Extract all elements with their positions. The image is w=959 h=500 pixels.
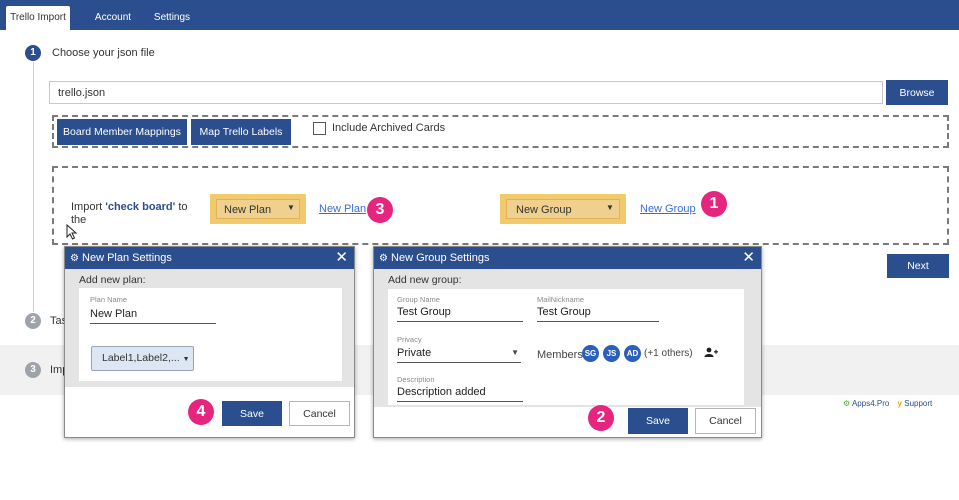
close-icon[interactable]: ✕ (742, 247, 755, 269)
caret-down-icon: ▼ (182, 356, 190, 363)
apps4pro-link[interactable]: Apps4.Pro (852, 399, 889, 408)
include-archived-label: Include Archived Cards (332, 122, 446, 134)
browse-button[interactable]: Browse (886, 80, 948, 105)
new-group-subtitle: Add new group: (388, 274, 462, 286)
marker-2: 2 (588, 405, 614, 431)
group-cancel-button[interactable]: Cancel (695, 408, 756, 434)
new-group-dialog-header: ⚙ New Group Settings ✕ (374, 247, 761, 269)
new-group-form: Group Name Test Group MailNickname Test … (388, 289, 744, 405)
marker-3: 3 (367, 197, 393, 223)
description-label: Description (397, 375, 435, 384)
plan-cancel-button[interactable]: Cancel (289, 401, 350, 426)
new-plan-dialog-header: ⚙ New Plan Settings ✕ (65, 247, 354, 269)
board-member-mappings-button[interactable]: Board Member Mappings (57, 119, 187, 145)
step-3-marker: 3 (25, 362, 41, 378)
new-plan-dialog: ⚙ New Plan Settings ✕ Add new plan: Plan… (64, 246, 355, 438)
mail-nickname-label: MailNickname (537, 295, 585, 304)
privacy-label: Privacy (397, 335, 422, 344)
tab-account[interactable]: Account (88, 6, 138, 30)
new-plan-subtitle: Add new plan: (79, 274, 146, 286)
import-board-name: 'check board' (105, 201, 176, 213)
step-1-marker: 1 (25, 45, 41, 61)
new-group-dialog-body: Add new group: Group Name Test Group Mai… (374, 269, 761, 407)
new-group-dialog-title: New Group Settings (391, 252, 490, 264)
plan-labels-dropdown[interactable]: Label1,Label2,... ▼ (91, 346, 194, 371)
new-plan-link[interactable]: New Plan (319, 203, 366, 215)
step-1-label: Choose your json file (52, 47, 155, 59)
description-input[interactable]: Description added (397, 386, 523, 402)
marker-1: 1 (701, 191, 727, 217)
new-plan-dialog-body: Add new plan: Plan Name New Plan Label1,… (65, 269, 354, 387)
avatar[interactable]: AD (624, 345, 641, 362)
plan-save-button[interactable]: Save (222, 401, 282, 426)
marker-4: 4 (188, 399, 214, 425)
import-prefix: Import (71, 201, 106, 213)
tab-settings[interactable]: Settings (142, 6, 202, 30)
include-archived-checkbox[interactable] (313, 122, 326, 135)
new-group-dialog: ⚙ New Group Settings ✕ Add new group: Gr… (373, 246, 762, 438)
members-label: Members: (537, 349, 586, 361)
mouse-cursor-icon (66, 224, 78, 240)
privacy-value: Private (397, 347, 432, 359)
chevron-down-icon: ▼ (287, 203, 295, 212)
settings-gear-icon: ⚙ (379, 253, 388, 264)
members-others: (+1 others) (644, 348, 693, 359)
support-link[interactable]: Support (904, 399, 932, 408)
footer-links: ⚙ Apps4.Pro y Support (843, 399, 932, 408)
new-group-link[interactable]: New Group (640, 203, 696, 215)
group-select-value: New Group (516, 204, 572, 216)
support-icon: y (897, 399, 902, 408)
privacy-select[interactable]: Private ▼ (397, 347, 521, 363)
avatar[interactable]: SG (582, 345, 599, 362)
plan-name-input[interactable]: New Plan (90, 308, 216, 324)
apps4pro-icon: ⚙ (843, 399, 851, 408)
step-connector-line (33, 62, 34, 312)
chevron-down-icon: ▼ (511, 348, 519, 357)
close-icon[interactable]: ✕ (335, 247, 348, 269)
mail-nickname-input[interactable]: Test Group (537, 306, 659, 322)
import-description: Import 'check board' to the (71, 201, 188, 227)
new-plan-form: Plan Name New Plan Label1,Label2,... ▼ (79, 288, 342, 381)
step-2-marker: 2 (25, 313, 41, 329)
plan-name-label: Plan Name (90, 295, 128, 304)
next-button[interactable]: Next (887, 254, 949, 278)
plan-select-value: New Plan (224, 204, 272, 216)
settings-gear-icon: ⚙ (70, 253, 79, 264)
plan-select[interactable]: New Plan ▼ (216, 199, 300, 219)
json-file-input[interactable] (49, 81, 883, 104)
avatar[interactable]: JS (603, 345, 620, 362)
map-trello-labels-button[interactable]: Map Trello Labels (191, 119, 291, 145)
group-save-button[interactable]: Save (628, 408, 688, 434)
chevron-down-icon: ▼ (606, 203, 614, 212)
group-name-input[interactable]: Test Group (397, 306, 523, 322)
group-select[interactable]: New Group ▼ (506, 199, 620, 219)
new-plan-dialog-title: New Plan Settings (82, 252, 172, 264)
group-name-label: Group Name (397, 295, 440, 304)
import-suffix: to (175, 201, 188, 213)
tab-trello-import[interactable]: Trello Import (6, 6, 70, 30)
plan-labels-value: Label1,Label2,... (102, 352, 180, 364)
add-member-icon[interactable] (704, 347, 718, 358)
